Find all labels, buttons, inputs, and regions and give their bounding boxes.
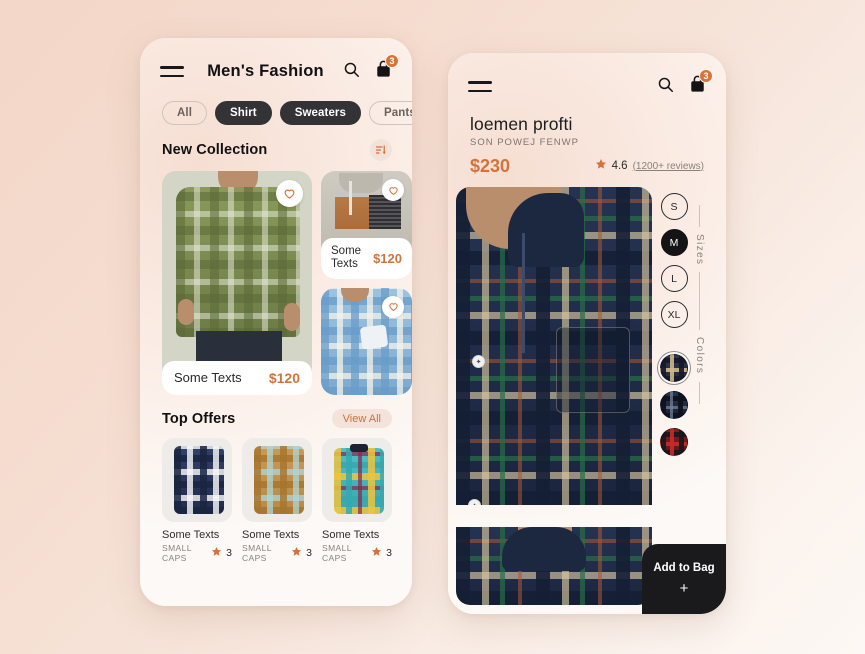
option-axis-labels: Sizes Colors	[694, 193, 705, 527]
product-rating: 4.6 (1200+ reviews)	[595, 157, 704, 177]
offer-name: Some Texts	[162, 529, 220, 541]
new-collection-header: New Collection	[140, 125, 412, 171]
offer-rating: 3	[386, 547, 392, 559]
offer-name: Some Texts	[322, 529, 380, 541]
product-subtitle: SON POWEJ FENWP	[470, 137, 579, 148]
offer-item[interactable]: Some Texts SMALL CAPS 3	[162, 438, 232, 563]
offer-caps: SMALL CAPS	[242, 543, 272, 563]
favorite-heart-icon[interactable]	[382, 179, 404, 201]
product-name: Some Texts	[174, 369, 242, 385]
offer-meta: SMALL CAPS 3	[322, 543, 392, 563]
top-offers-header: Top Offers View All	[140, 395, 412, 438]
product-hero-image[interactable]: ✦ ✦	[456, 187, 652, 505]
star-icon	[211, 544, 222, 562]
price-rating-row: $230 4.6 (1200+ reviews)	[470, 156, 704, 177]
product-gallery: ✦ ✦	[456, 187, 652, 605]
home-appbar: Men's Fashion 3	[140, 38, 412, 83]
colors-axis-label: Colors	[694, 337, 705, 375]
shopping-bag-button[interactable]: 3	[375, 54, 399, 83]
color-swatch-navy-plaid[interactable]	[660, 391, 688, 419]
home-screen: Men's Fashion 3 All Shirt Sweaters Pant …	[140, 38, 412, 606]
chip-shirt[interactable]: Shirt	[215, 101, 272, 125]
phone-mockup-home: Men's Fashion 3 All Shirt Sweaters Pant …	[140, 38, 412, 606]
product-title: loemen profti	[470, 114, 573, 134]
chip-sweaters[interactable]: Sweaters	[279, 101, 362, 125]
product-plate: Some Texts $120	[321, 238, 412, 279]
plus-icon: +	[679, 580, 689, 597]
offer-meta: SMALL CAPS 3	[162, 543, 232, 563]
new-collection-side-column: Some Texts $120	[321, 171, 412, 395]
offer-rating: 3	[226, 547, 232, 559]
new-collection-title: New Collection	[162, 142, 268, 158]
offer-image[interactable]	[322, 438, 392, 522]
product-name: Some Texts	[331, 245, 362, 271]
add-to-bag-button[interactable]: Add to Bag +	[642, 544, 726, 614]
category-chip-list[interactable]: All Shirt Sweaters Pants Jac	[140, 83, 412, 125]
new-collection-grid: Some Texts $120 Some Texts $120	[140, 171, 412, 395]
product-body: ✦ ✦ S M L XL	[448, 187, 726, 605]
size-option-l[interactable]: L	[660, 265, 688, 292]
star-icon	[291, 544, 302, 562]
featured-product-image[interactable]: Some Texts $120	[162, 171, 312, 395]
product-image-hoodie[interactable]: Some Texts $120	[321, 171, 412, 279]
product-card-blue-shirt[interactable]: Some Texts $120	[321, 287, 412, 395]
offer-item[interactable]: Some Texts SMALL CAPS 3	[242, 438, 312, 563]
shopping-bag-button[interactable]: 3	[689, 69, 713, 98]
search-icon[interactable]	[343, 61, 360, 83]
rating-score: 4.6	[611, 160, 628, 172]
product-price: $120	[268, 370, 300, 386]
product-appbar: 3	[448, 53, 726, 98]
featured-product-card[interactable]: Some Texts $120	[162, 171, 312, 395]
product-price: $230	[470, 156, 511, 176]
offer-caps: SMALL CAPS	[322, 543, 352, 563]
star-icon	[371, 544, 382, 562]
add-to-bag-label: Add to Bag	[653, 562, 715, 574]
marker-dot-icon[interactable]: ✦	[468, 499, 481, 505]
product-card-hoodie[interactable]: Some Texts $120	[321, 171, 412, 279]
product-price: $120	[373, 250, 402, 266]
featured-product-plate: Some Texts $120	[162, 361, 312, 395]
color-swatch-tan-navy-plaid[interactable]	[660, 354, 688, 382]
search-icon[interactable]	[657, 76, 674, 98]
bag-count-badge: 3	[699, 69, 713, 83]
sort-descending-icon[interactable]	[370, 139, 392, 161]
size-option-m[interactable]: M	[660, 229, 688, 256]
chip-pants[interactable]: Pants	[369, 101, 412, 125]
size-option-s[interactable]: S	[660, 193, 688, 220]
offer-image[interactable]	[162, 438, 232, 522]
color-swatch-red-black-plaid[interactable]	[660, 428, 688, 456]
top-offers-title: Top Offers	[162, 410, 236, 427]
offer-item[interactable]: Some Texts SMALL CAPS 3	[322, 438, 392, 563]
marker-dot-icon[interactable]: ✦	[472, 355, 485, 368]
product-image-blue-shirt[interactable]: Some Texts $120	[321, 287, 412, 395]
offer-caps: SMALL CAPS	[162, 543, 192, 563]
offer-image[interactable]	[242, 438, 312, 522]
favorite-heart-icon[interactable]	[276, 180, 303, 207]
favorite-heart-icon[interactable]	[382, 295, 404, 318]
view-all-button[interactable]: View All	[331, 409, 392, 428]
appbar-actions: 3	[343, 54, 399, 83]
offer-rating: 3	[306, 547, 312, 559]
offer-name: Some Texts	[242, 529, 300, 541]
hamburger-icon[interactable]	[160, 66, 184, 77]
appbar-actions: 3	[657, 69, 713, 98]
hamburger-icon[interactable]	[468, 81, 492, 92]
star-icon	[595, 157, 607, 175]
option-circles-column: S M L XL	[660, 193, 688, 527]
phone-mockup-product: 3 loemen profti SON POWEJ FENWP $230 4.6…	[448, 53, 726, 614]
page-title: Men's Fashion	[207, 62, 324, 80]
product-detail-screen: 3 loemen profti SON POWEJ FENWP $230 4.6…	[448, 53, 726, 614]
chip-all[interactable]: All	[162, 101, 207, 125]
sizes-axis-label: Sizes	[694, 234, 705, 266]
product-info: loemen profti SON POWEJ FENWP $230 4.6 (…	[448, 98, 726, 177]
offer-meta: SMALL CAPS 3	[242, 543, 312, 563]
product-options: S M L XL Sizes Colors	[652, 187, 726, 527]
size-option-xl[interactable]: XL	[660, 301, 688, 328]
reviews-link[interactable]: (1200+ reviews)	[633, 161, 704, 172]
bag-count-badge: 3	[385, 54, 399, 68]
top-offers-list: Some Texts SMALL CAPS 3 Some Texts SMALL…	[140, 438, 412, 563]
product-thumbnail-image[interactable]	[456, 527, 652, 605]
